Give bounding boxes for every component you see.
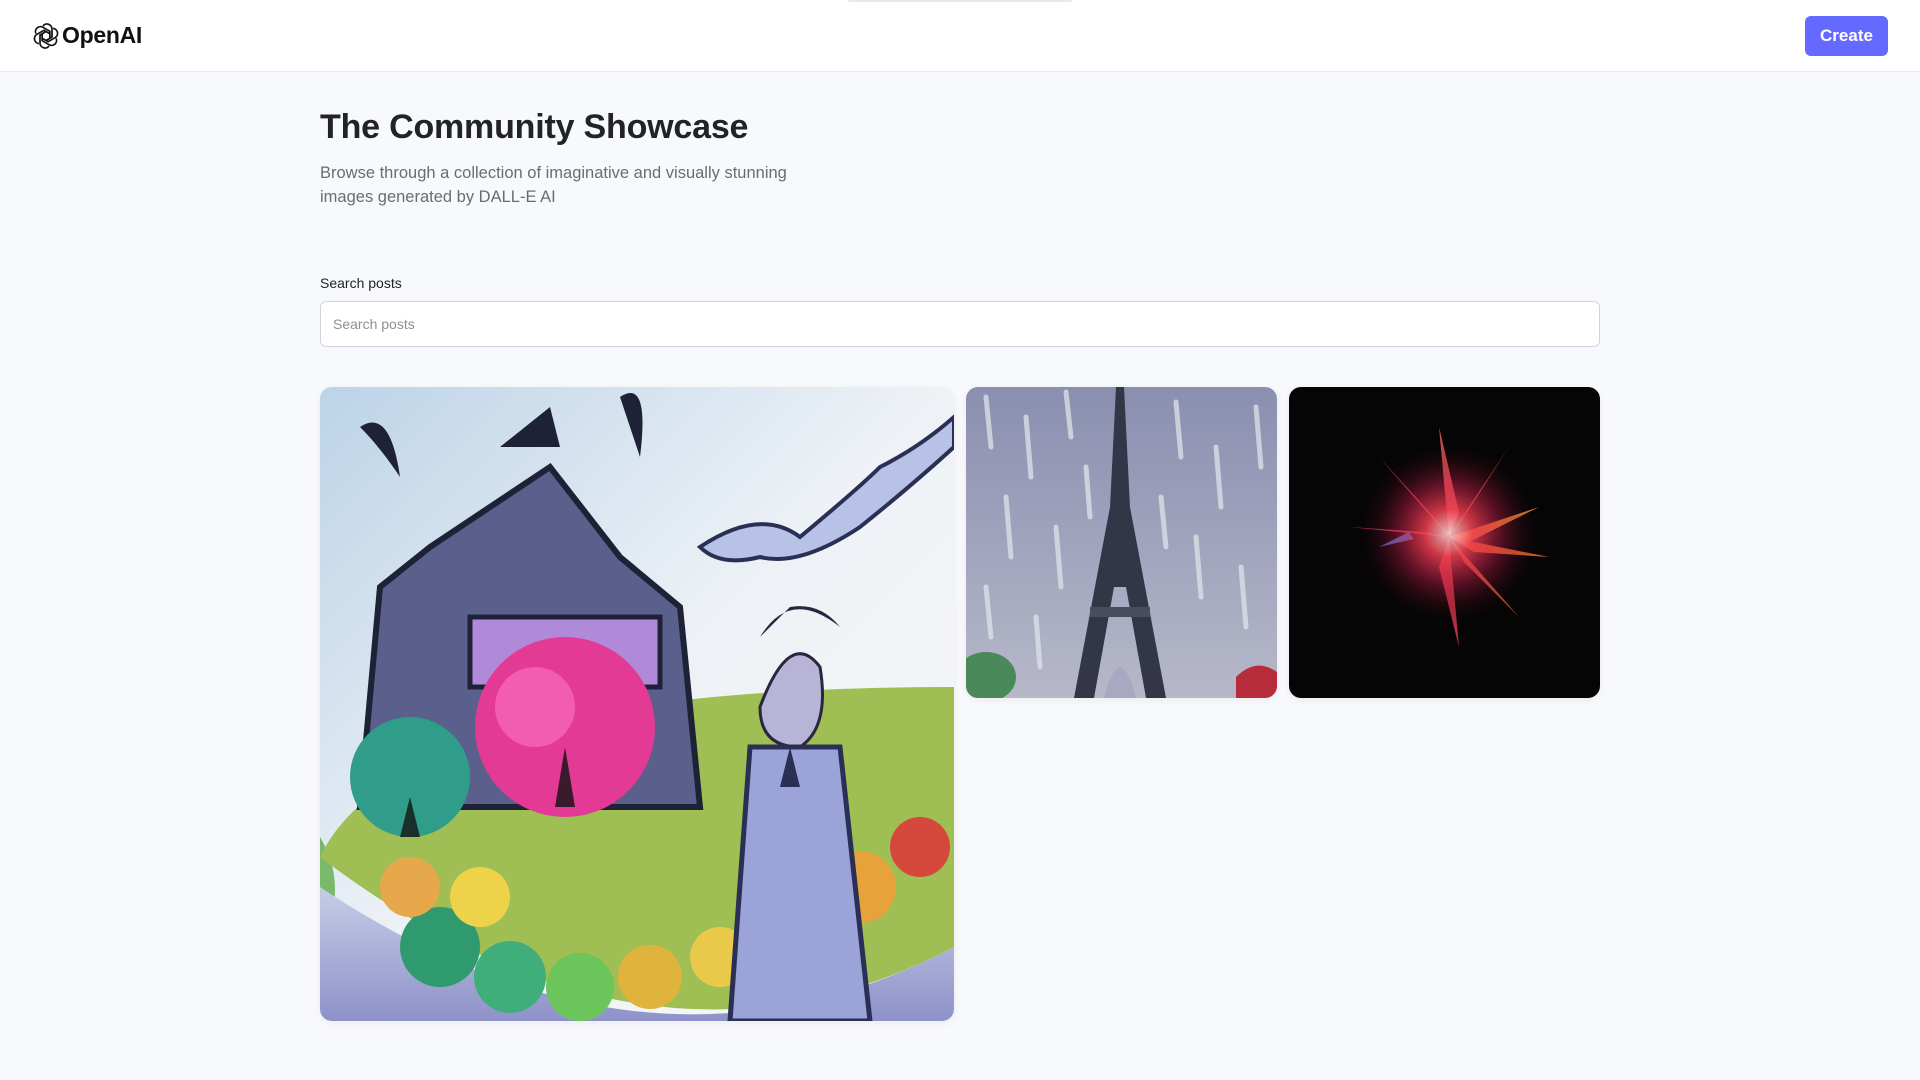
gallery-card[interactable] xyxy=(966,387,1277,698)
main-content: The Community Showcase Browse through a … xyxy=(320,72,1600,1021)
window-notch xyxy=(848,0,1072,2)
page-title: The Community Showcase xyxy=(320,108,749,146)
search-label: Search posts xyxy=(320,275,402,291)
eiffel-tower-image xyxy=(966,387,1277,698)
image-gallery xyxy=(320,387,1600,1021)
search-input[interactable] xyxy=(320,301,1600,347)
color-explosion-image xyxy=(1289,387,1600,698)
create-button[interactable]: Create xyxy=(1805,15,1888,56)
papercraft-castle-image xyxy=(320,387,954,1021)
top-navbar: OpenAI Create xyxy=(0,0,1920,72)
gallery-card[interactable] xyxy=(1289,387,1600,698)
page-subtitle: Browse through a collection of imaginati… xyxy=(320,164,787,206)
openai-logo-icon xyxy=(32,22,60,50)
openai-logo[interactable]: OpenAI xyxy=(32,22,142,50)
gallery-card[interactable] xyxy=(320,387,954,1021)
logo-text: OpenAI xyxy=(62,22,142,48)
